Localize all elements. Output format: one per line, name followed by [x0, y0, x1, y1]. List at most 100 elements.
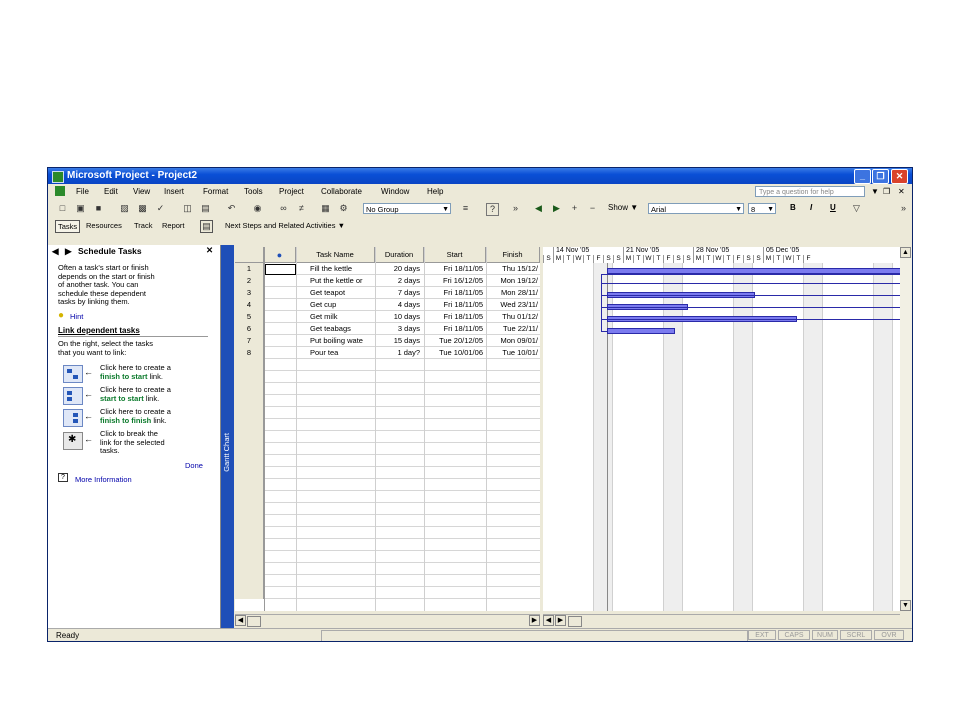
task-name-cell[interactable]: [296, 575, 375, 587]
scroll-left-icon[interactable]: ◀: [533, 203, 544, 214]
finish-cell[interactable]: [486, 431, 540, 443]
table-row[interactable]: [235, 527, 540, 539]
table-row[interactable]: 2 Put the kettle or 2 days Fri 16/12/05 Mon …: [235, 275, 540, 287]
finish-cell[interactable]: [486, 479, 540, 491]
duration-cell[interactable]: 20 days: [375, 263, 424, 275]
menu-window[interactable]: Window: [381, 187, 409, 196]
start-cell[interactable]: Tue 10/01/06: [424, 347, 486, 359]
indicator-cell[interactable]: [264, 347, 296, 359]
duration-cell[interactable]: [375, 575, 424, 587]
select-all-header[interactable]: [235, 247, 264, 263]
hint-link[interactable]: Hint: [70, 312, 83, 321]
help-icon[interactable]: ?: [486, 203, 499, 216]
indicator-cell[interactable]: [264, 323, 296, 335]
row-number[interactable]: [235, 551, 264, 563]
table-row[interactable]: [235, 479, 540, 491]
autofilter-icon[interactable]: ▽: [851, 203, 862, 214]
row-number[interactable]: 7: [235, 335, 264, 347]
finish-cell[interactable]: [486, 419, 540, 431]
start-cell[interactable]: [424, 383, 486, 395]
start-cell[interactable]: [424, 575, 486, 587]
font-select[interactable]: Arial ▼: [648, 203, 744, 214]
group-select[interactable]: No Group ▼: [363, 203, 451, 214]
indicator-cell[interactable]: [264, 287, 296, 299]
table-row[interactable]: [235, 455, 540, 467]
finish-cell[interactable]: [486, 515, 540, 527]
start-cell[interactable]: Fri 18/11/05: [424, 311, 486, 323]
duration-cell[interactable]: [375, 563, 424, 575]
task-name-cell[interactable]: Get milk: [296, 311, 375, 323]
notes-icon[interactable]: ⚙: [338, 203, 349, 214]
start-cell[interactable]: Fri 16/12/05: [424, 275, 486, 287]
indicator-header[interactable]: ●: [264, 247, 296, 263]
view-bar[interactable]: Gantt Chart: [221, 245, 234, 631]
indicator-cell[interactable]: [264, 311, 296, 323]
task-name-cell[interactable]: [296, 479, 375, 491]
duration-cell[interactable]: [375, 479, 424, 491]
task-name-cell[interactable]: [296, 455, 375, 467]
table-row[interactable]: [235, 515, 540, 527]
indicator-cell[interactable]: [264, 575, 296, 587]
menu-project[interactable]: Project: [279, 187, 304, 196]
start-cell[interactable]: Fri 18/11/05: [424, 263, 486, 275]
task-name-cell[interactable]: [296, 515, 375, 527]
table-row[interactable]: 3 Get teapot 7 days Fri 18/11/05 Mon 28/11/: [235, 287, 540, 299]
indicator-cell[interactable]: [264, 431, 296, 443]
ask-dropdown-icon[interactable]: ▼: [871, 187, 879, 196]
start-cell[interactable]: [424, 563, 486, 575]
copy-icon[interactable]: ◫: [182, 203, 193, 214]
duration-header[interactable]: Duration: [375, 247, 424, 263]
start-cell[interactable]: [424, 527, 486, 539]
finish-cell[interactable]: [486, 575, 540, 587]
table-row[interactable]: [235, 503, 540, 515]
task-name-cell[interactable]: Get teabags: [296, 323, 375, 335]
show-menu[interactable]: Show ▼: [608, 203, 638, 212]
indicator-cell[interactable]: [264, 527, 296, 539]
row-number[interactable]: 8: [235, 347, 264, 359]
save-icon[interactable]: ■: [93, 203, 104, 214]
menu-insert[interactable]: Insert: [164, 187, 184, 196]
start-cell[interactable]: [424, 395, 486, 407]
duration-cell[interactable]: [375, 467, 424, 479]
duration-cell[interactable]: 3 days: [375, 323, 424, 335]
finish-cell[interactable]: Mon 19/12/: [486, 275, 540, 287]
menu-view[interactable]: View: [133, 187, 150, 196]
table-row[interactable]: [235, 419, 540, 431]
bold-button[interactable]: B: [790, 203, 796, 212]
table-row[interactable]: [235, 467, 540, 479]
finish-cell[interactable]: [486, 467, 540, 479]
duration-cell[interactable]: 1 day?: [375, 347, 424, 359]
finish-cell[interactable]: [486, 551, 540, 563]
row-number[interactable]: 5: [235, 311, 264, 323]
start-cell[interactable]: [424, 551, 486, 563]
row-number[interactable]: 1: [235, 263, 264, 275]
task-name-cell[interactable]: [296, 431, 375, 443]
task-name-cell[interactable]: Fill the kettle: [296, 263, 375, 275]
start-cell[interactable]: [424, 419, 486, 431]
duration-cell[interactable]: 4 days: [375, 299, 424, 311]
duration-cell[interactable]: [375, 587, 424, 599]
start-cell[interactable]: [424, 371, 486, 383]
table-row[interactable]: [235, 551, 540, 563]
start-cell[interactable]: Fri 18/11/05: [424, 287, 486, 299]
done-link[interactable]: Done: [185, 461, 203, 470]
finish-cell[interactable]: [486, 503, 540, 515]
indicator-cell[interactable]: [264, 563, 296, 575]
table-row[interactable]: [235, 443, 540, 455]
row-number[interactable]: 4: [235, 299, 264, 311]
scroll-thumb[interactable]: [568, 616, 582, 627]
menu-file[interactable]: File: [76, 187, 89, 196]
finish-cell[interactable]: Thu 15/12/: [486, 263, 540, 275]
duration-cell[interactable]: 15 days: [375, 335, 424, 347]
finish-cell[interactable]: Wed 23/11/: [486, 299, 540, 311]
zoom-out-icon[interactable]: −: [587, 203, 598, 214]
duration-cell[interactable]: [375, 455, 424, 467]
task-name-cell[interactable]: [296, 383, 375, 395]
duration-cell[interactable]: [375, 371, 424, 383]
row-number[interactable]: [235, 527, 264, 539]
table-row[interactable]: [235, 491, 540, 503]
finish-header[interactable]: Finish: [486, 247, 540, 263]
active-cell[interactable]: [265, 264, 296, 275]
finish-cell[interactable]: [486, 395, 540, 407]
table-row[interactable]: 5 Get milk 10 days Fri 18/11/05 Thu 01/12/: [235, 311, 540, 323]
